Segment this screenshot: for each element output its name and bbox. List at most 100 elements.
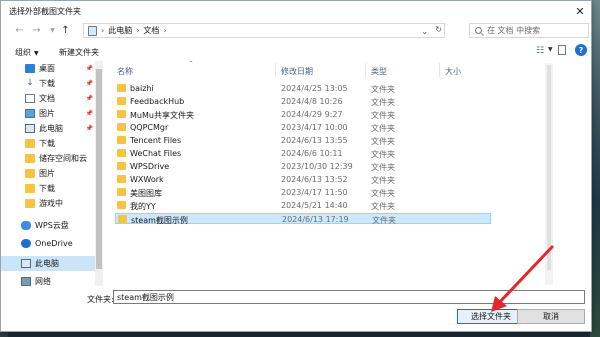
list-item[interactable]: QQPCMgr 2023/4/17 10:00 文件夹	[115, 122, 491, 133]
sidebar-item-pictures[interactable]: 图片 📌	[25, 106, 95, 121]
column-divider[interactable]	[275, 63, 276, 77]
list-item-selected[interactable]: steam截图示例 2024/6/13 17:19 文件夹	[115, 213, 491, 225]
folder-icon	[117, 162, 126, 170]
file-name: Tencent Files	[130, 136, 182, 145]
sidebar-item-documents[interactable]: 文档 📌	[25, 91, 95, 106]
file-name: QQPCMgr	[130, 123, 169, 132]
sidebar-item-this-pc-pinned[interactable]: 此电脑 📌	[25, 121, 95, 136]
sidebar-item-onedrive[interactable]: OneDrive	[21, 236, 95, 251]
help-button[interactable]: ?	[575, 44, 587, 56]
column-size[interactable]: 大小	[445, 66, 461, 77]
pc-icon	[88, 25, 97, 36]
select-folder-button[interactable]: 选择文件夹	[457, 309, 525, 324]
sidebar-item-in-game[interactable]: 游戏中	[25, 196, 95, 211]
list-item[interactable]: 美图图库 2023/4/17 11:50 文件夹	[115, 187, 491, 198]
address-bar[interactable]: › 此电脑 › 文档 › ⌄ ↻	[83, 23, 445, 38]
sidebar-item-storage-cloud[interactable]: 储存空间和云	[25, 151, 95, 166]
file-name: WeChat Files	[130, 149, 182, 158]
sidebar-scrollbar[interactable]	[95, 61, 103, 286]
list-item[interactable]: Tencent Files 2024/6/13 13:55 文件夹	[115, 135, 491, 146]
search-icon	[475, 27, 482, 34]
sidebar-item-label: 游戏中	[39, 199, 63, 208]
sidebar-item-this-pc[interactable]: 此电脑	[1, 256, 95, 271]
list-item[interactable]: baizhi 2024/4/25 13:05 文件夹	[115, 83, 491, 94]
file-modified: 2024/6/13 17:19	[282, 215, 349, 224]
navigation-pane: 桌面 📌 ↓ 下载 📌 文档 📌 图片 📌 此电脑 📌 下载 储存空间和云 图片…	[1, 61, 103, 286]
file-type: 文件夹	[371, 111, 395, 120]
folder-icon	[117, 136, 126, 144]
file-modified: 2023/4/17 10:00	[281, 123, 348, 132]
cancel-button[interactable]: 取消	[517, 309, 585, 324]
file-modified: 2024/4/25 13:05	[281, 84, 348, 93]
recent-locations-button[interactable]: ▼	[46, 24, 59, 37]
list-item[interactable]: WXWork 2024/6/13 13:52 文件夹	[115, 174, 491, 185]
refresh-icon[interactable]: ↻	[435, 25, 442, 34]
file-modified: 2024/6/13 13:55	[281, 136, 348, 145]
file-list-scrollbar[interactable]	[545, 63, 553, 285]
preview-pane-icon[interactable]	[558, 45, 566, 55]
sidebar-item-pictures-folder[interactable]: 图片	[25, 166, 95, 181]
file-modified: 2024/6/6 10:11	[281, 149, 343, 158]
sidebar-item-downloads-folder[interactable]: 下载	[25, 136, 95, 151]
organize-button[interactable]: 组织 ▼	[15, 47, 39, 58]
network-icon	[21, 277, 31, 286]
cancel-label: 取消	[543, 312, 559, 321]
column-divider[interactable]	[365, 63, 366, 77]
new-folder-button[interactable]: 新建文件夹	[59, 47, 99, 58]
file-list: ^ 名称 修改日期 类型 大小 baizhi 2024/4/25 13:05 文…	[103, 61, 593, 286]
sidebar-item-label: 文档	[39, 94, 55, 103]
sidebar-item-label: WPS云盘	[35, 221, 69, 230]
sidebar-item-downloads[interactable]: ↓ 下载 📌	[25, 76, 95, 91]
column-divider[interactable]	[439, 63, 440, 77]
sidebar-item-label: 桌面	[39, 64, 55, 73]
view-options-icon[interactable]: ☷	[536, 46, 544, 56]
file-name: WPSDrive	[130, 162, 170, 171]
list-item[interactable]: WeChat Files 2024/6/6 10:11 文件夹	[115, 148, 491, 159]
view-dropdown-icon[interactable]: ▼	[548, 46, 553, 53]
sidebar-item-network[interactable]: 网络	[21, 274, 95, 286]
breadcrumb-this-pc[interactable]: 此电脑	[108, 25, 132, 36]
forward-button[interactable]: →	[30, 24, 43, 37]
close-button[interactable]: ✕	[571, 2, 589, 20]
sidebar-item-label: 下载	[39, 79, 55, 88]
sidebar-item-wps-cloud[interactable]: WPS云盘	[21, 218, 95, 233]
list-item[interactable]: MuMu共享文件夹 2024/4/29 9:27 文件夹	[115, 109, 491, 120]
column-type[interactable]: 类型	[371, 66, 387, 77]
arrow-left-icon: ←	[15, 25, 24, 36]
scrollbar-thumb[interactable]	[96, 69, 102, 269]
file-modified: 2024/5/21 14:40	[281, 201, 348, 210]
list-item[interactable]: FeedbackHub 2024/4/8 10:26 文件夹	[115, 96, 491, 107]
list-item[interactable]: 我的YY 2024/5/21 14:40 文件夹	[115, 200, 491, 211]
column-name[interactable]: 名称	[117, 66, 133, 77]
file-name: MuMu共享文件夹	[130, 111, 194, 120]
list-item[interactable]: WPSDrive 2023/10/30 12:39 文件夹	[115, 161, 491, 172]
pc-icon	[25, 124, 35, 133]
sidebar-item-desktop[interactable]: 桌面 📌	[25, 61, 95, 76]
organize-label: 组织	[15, 48, 31, 57]
file-type: 文件夹	[371, 137, 395, 146]
column-modified[interactable]: 修改日期	[281, 66, 313, 77]
folder-name-input[interactable]: steam截图示例	[113, 290, 585, 304]
up-button[interactable]: ↑	[59, 24, 72, 37]
chevron-right-icon: ›	[163, 26, 167, 35]
search-box[interactable]: 在 文档 中搜索	[469, 23, 589, 38]
sidebar-item-downloads-folder-2[interactable]: 下载	[25, 181, 95, 196]
sidebar-item-label: 图片	[39, 109, 55, 118]
arrow-up-icon: ↑	[61, 25, 70, 36]
sidebar-item-label: OneDrive	[35, 239, 73, 248]
chevron-down-icon: ▼	[50, 27, 55, 34]
file-name: steam截图示例	[131, 216, 188, 225]
file-type: 文件夹	[371, 176, 395, 185]
sidebar-item-label: 此电脑	[35, 259, 59, 268]
folder-icon	[25, 139, 35, 148]
folder-name-value: steam截图示例	[117, 292, 174, 302]
cloud-icon	[21, 221, 31, 230]
desktop-icon	[25, 64, 35, 73]
breadcrumb-documents[interactable]: 文档	[143, 25, 159, 36]
back-button[interactable]: ←	[13, 24, 26, 37]
folder-icon	[117, 188, 126, 196]
scrollbar-thumb[interactable]	[547, 65, 551, 270]
file-name: 美图图库	[130, 189, 162, 198]
address-dropdown-icon[interactable]: ⌄	[421, 27, 428, 36]
file-name: WXWork	[130, 175, 164, 184]
